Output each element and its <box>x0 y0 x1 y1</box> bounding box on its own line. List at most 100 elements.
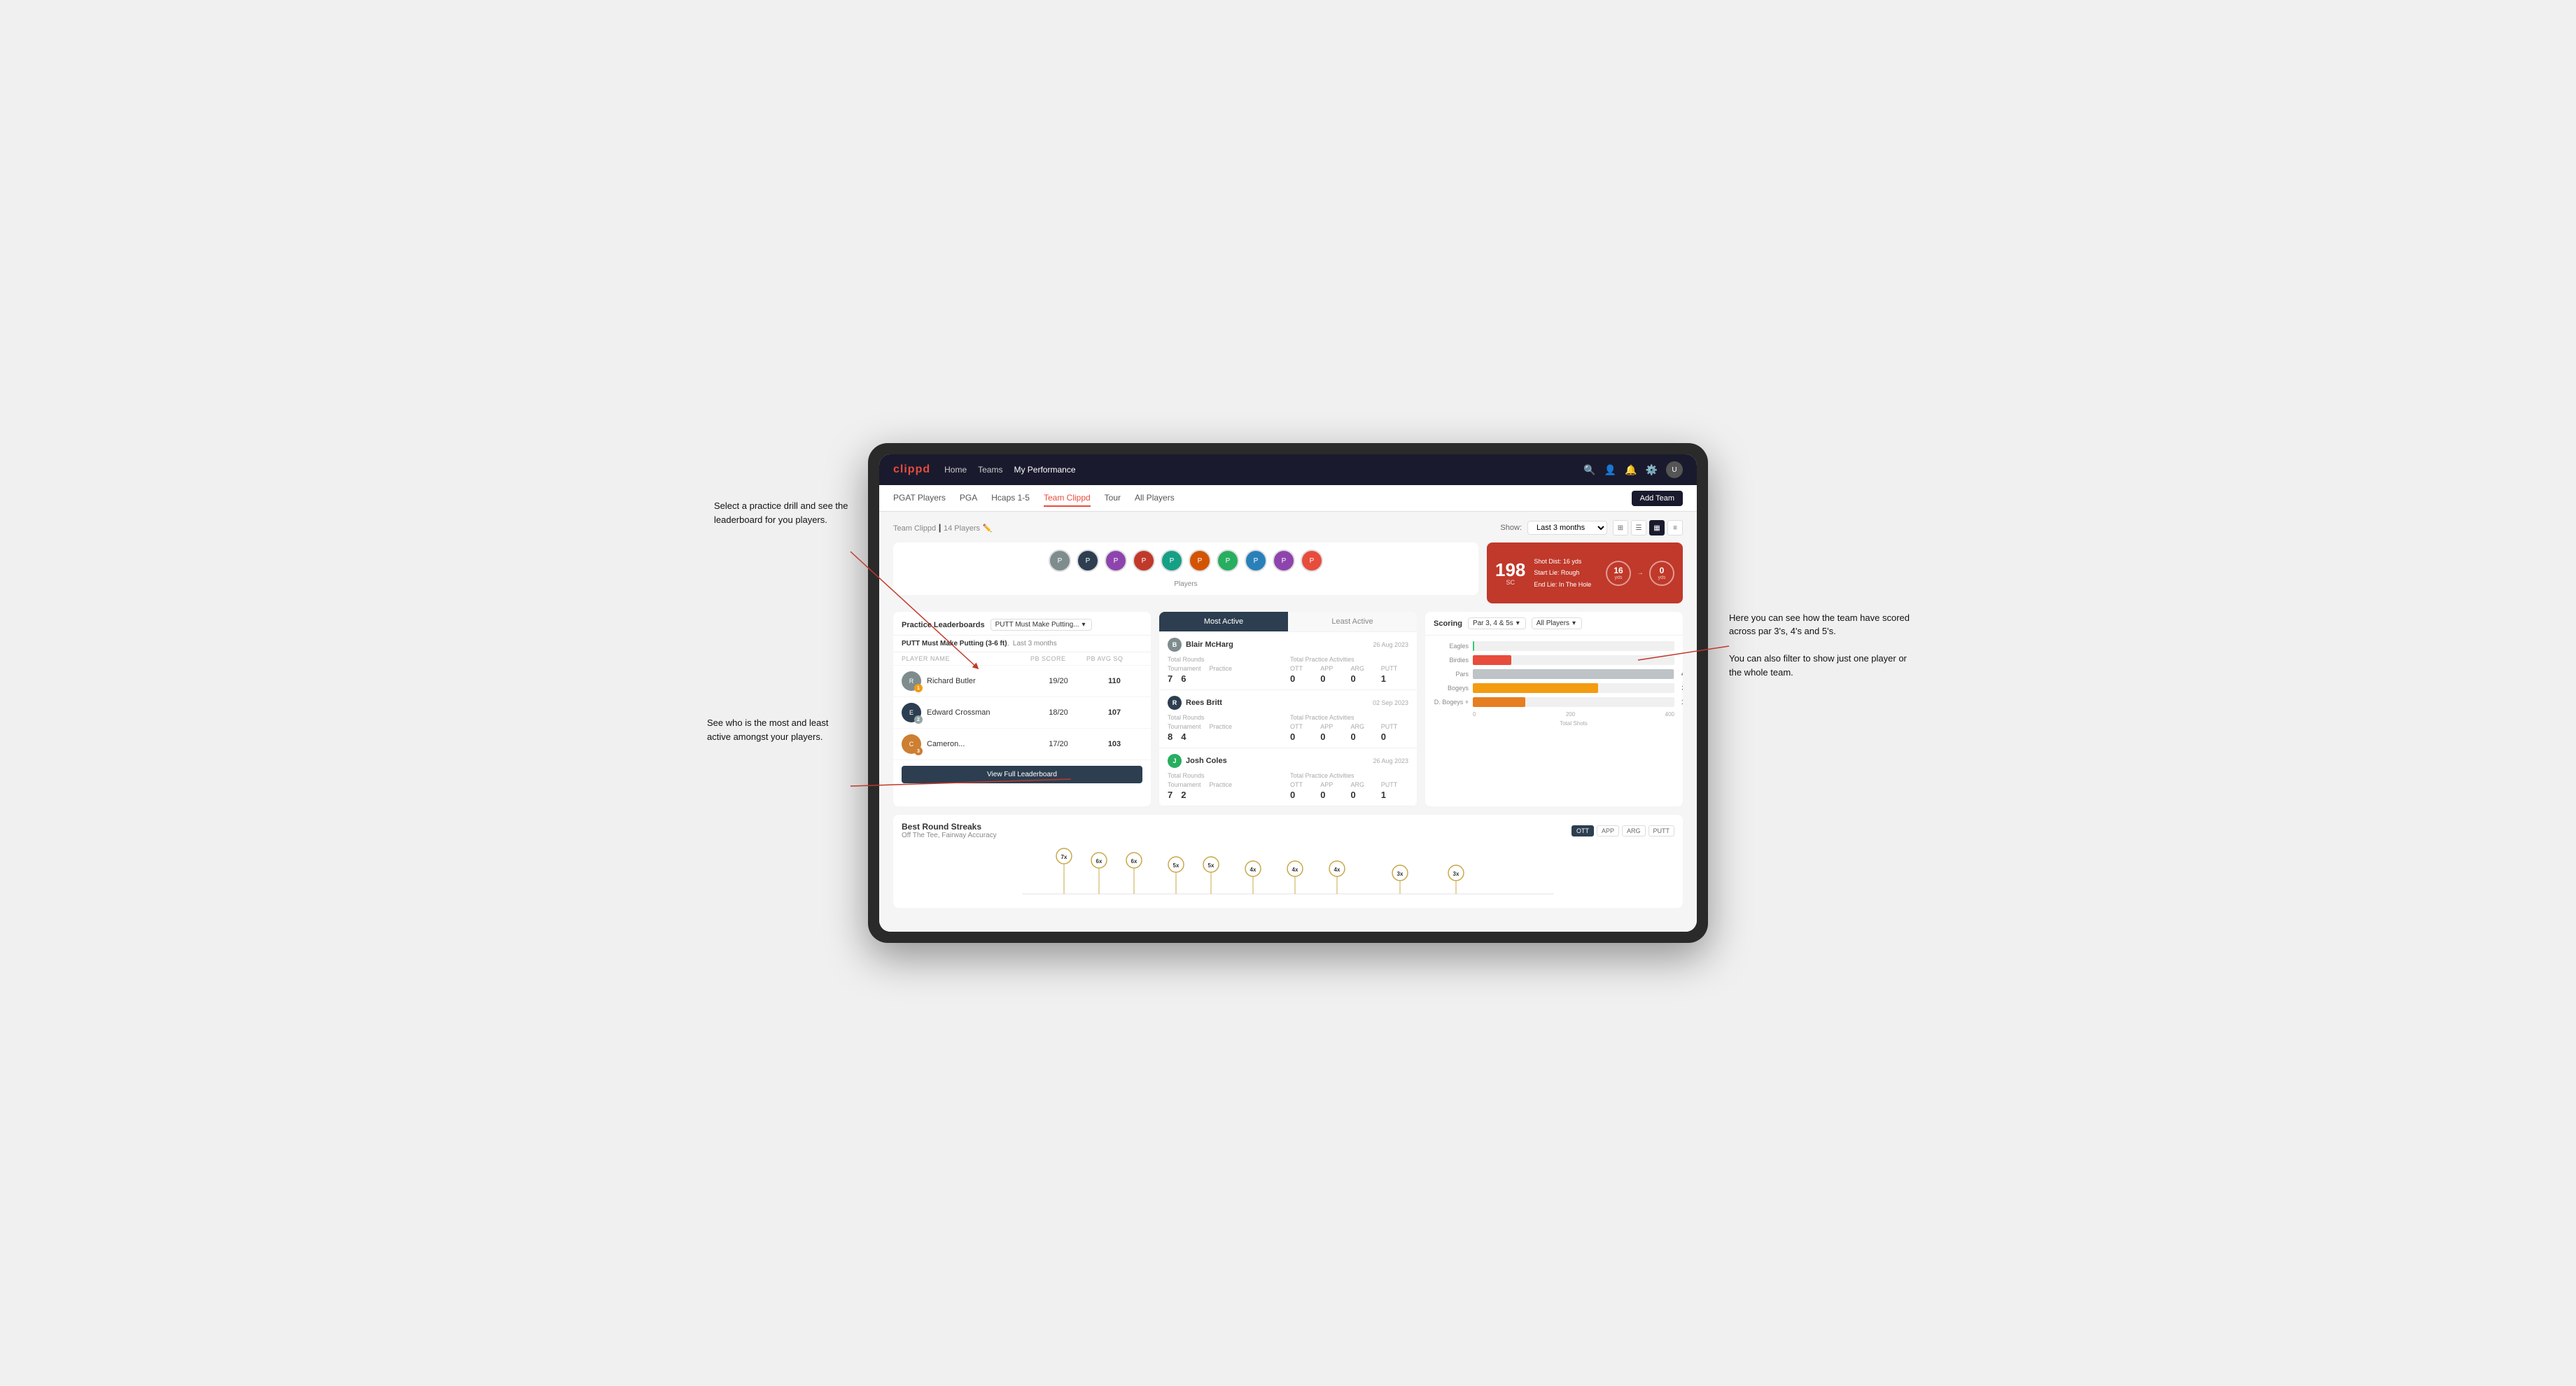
annotation-top-right: Here you can see how the team have score… <box>1729 597 1911 679</box>
sub-nav-pga[interactable]: PGA <box>960 490 977 507</box>
chevron-icon-2: ▾ <box>1572 620 1576 627</box>
add-team-button[interactable]: Add Team <box>1632 491 1683 506</box>
nav-links: Home Teams My Performance <box>944 462 1569 477</box>
bar-fill-dbogeys <box>1473 697 1525 707</box>
streaks-chart-area: 7x 6x 6x 5x 5x <box>902 845 1674 901</box>
bar-track-bogeys: 311 <box>1473 683 1674 693</box>
player-activity-header-2: R Rees Britt 02 Sep 2023 <box>1168 696 1408 710</box>
player-avatar-richard: R 1 <box>902 671 921 691</box>
player-info-3: C 3 Cameron... <box>902 734 1030 754</box>
chevron-down-icon: ▾ <box>1082 621 1085 629</box>
edit-team-icon[interactable]: ✏️ <box>983 524 993 533</box>
player-avatar-1[interactable]: P <box>1049 550 1071 572</box>
view-icons: ⊞ ☰ ▦ ≡ <box>1613 520 1683 536</box>
sub-nav-pgat[interactable]: PGAT Players <box>893 490 946 507</box>
search-icon[interactable]: 🔍 <box>1583 464 1595 476</box>
bar-track-birdies: 96 <box>1473 655 1674 665</box>
show-period-select[interactable]: Last 3 months Last 6 months Last 12 mont… <box>1527 521 1607 535</box>
team-title: Team Clippd | 14 Players ✏️ <box>893 522 992 534</box>
players-filter-dropdown[interactable]: All Players ▾ <box>1532 617 1582 629</box>
sub-nav-team-clippd[interactable]: Team Clippd <box>1044 490 1091 507</box>
svg-text:4x: 4x <box>1334 867 1340 873</box>
player-avatar-9[interactable]: P <box>1273 550 1295 572</box>
rank-badge-gold: 1 <box>914 684 923 692</box>
sub-nav-tour[interactable]: Tour <box>1105 490 1121 507</box>
chart-axis: 0 200 400 <box>1434 711 1674 720</box>
player-activity-header-1: B Blair McHarg 26 Aug 2023 <box>1168 638 1408 652</box>
detail-view-icon[interactable]: ≡ <box>1667 520 1683 536</box>
rank-badge-silver: 2 <box>914 715 923 724</box>
player-info-2: E 2 Edward Crossman <box>902 703 1030 722</box>
annotation-bottom-left: See who is the most and least active amo… <box>707 716 847 743</box>
users-icon[interactable]: 👤 <box>1604 464 1616 476</box>
leaderboard-subtitle: PUTT Must Make Putting (3-6 ft), Last 3 … <box>893 636 1151 652</box>
player-activity-header-3: J Josh Coles 26 Aug 2023 <box>1168 754 1408 768</box>
tab-least-active[interactable]: Least Active <box>1288 612 1417 631</box>
player-avatar-2[interactable]: P <box>1077 550 1099 572</box>
page-wrapper: Select a practice drill and see the lead… <box>868 443 1708 943</box>
view-full-leaderboard-button[interactable]: View Full Leaderboard <box>902 766 1142 783</box>
settings-icon[interactable]: ⚙️ <box>1646 464 1658 476</box>
bar-fill-bogeys <box>1473 683 1598 693</box>
player-avatar-4[interactable]: P <box>1133 550 1155 572</box>
annotation-top-left: Select a practice drill and see the lead… <box>714 499 854 526</box>
avatar[interactable]: U <box>1666 461 1683 478</box>
player-avatar-10[interactable]: P <box>1301 550 1323 572</box>
par-filter-dropdown[interactable]: Par 3, 4 & 5s ▾ <box>1468 617 1526 629</box>
streaks-tab-arg[interactable]: ARG <box>1622 825 1646 836</box>
streaks-tab-app[interactable]: APP <box>1597 825 1619 836</box>
svg-text:6x: 6x <box>1096 858 1102 864</box>
rank-badge-bronze: 3 <box>914 747 923 755</box>
shot-card: 198 SC Shot Dist: 16 yds Start Lie: Roug… <box>1487 542 1683 603</box>
table-row: E 2 Edward Crossman 18/20 107 <box>893 697 1151 729</box>
bar-fill-eagles <box>1473 641 1474 651</box>
player-avatar-3[interactable]: P <box>1105 550 1127 572</box>
grid-view-icon[interactable]: ⊞ <box>1613 520 1628 536</box>
player-avatar-edward: E 2 <box>902 703 921 722</box>
streaks-header: Best Round Streaks Off The Tee, Fairway … <box>902 822 1674 839</box>
player-avatar-5[interactable]: P <box>1161 550 1183 572</box>
player-avatar-cameron: C 3 <box>902 734 921 754</box>
practice-activities-section-1: Total Practice Activities OTT APP ARG PU… <box>1290 656 1408 684</box>
player-info-1: R 1 Richard Butler <box>902 671 1030 691</box>
shot-number-display: 198 SC <box>1495 561 1525 586</box>
nav-link-home[interactable]: Home <box>944 462 967 477</box>
nav-link-teams[interactable]: Teams <box>978 462 1002 477</box>
player-avatar-8[interactable]: P <box>1245 550 1267 572</box>
activity-avatar-josh: J <box>1168 754 1182 768</box>
activity-tabs: Most Active Least Active <box>1159 612 1417 632</box>
tab-most-active[interactable]: Most Active <box>1159 612 1288 631</box>
svg-text:7x: 7x <box>1061 854 1068 860</box>
list-view-icon[interactable]: ☰ <box>1631 520 1646 536</box>
player-avatar-7[interactable]: P <box>1217 550 1239 572</box>
player-avatar-6[interactable]: P <box>1189 550 1211 572</box>
table-row: C 3 Cameron... 17/20 103 <box>893 729 1151 760</box>
svg-text:6x: 6x <box>1131 858 1138 864</box>
svg-text:4x: 4x <box>1292 867 1298 873</box>
bar-track-pars: 499 <box>1473 669 1674 679</box>
scoring-chart: Eagles 3 Birdies <box>1425 636 1683 732</box>
streaks-tab-ott[interactable]: OTT <box>1572 825 1594 836</box>
bar-row-dbogeys: D. Bogeys + 131 <box>1434 697 1674 707</box>
bar-row-bogeys: Bogeys 311 <box>1434 683 1674 693</box>
nav-logo: clippd <box>893 463 930 476</box>
streaks-tab-putt[interactable]: PUTT <box>1648 825 1675 836</box>
table-row: R 1 Richard Butler 19/20 110 <box>893 666 1151 697</box>
practice-leaderboards-card: Practice Leaderboards PUTT Must Make Put… <box>893 612 1151 806</box>
chart-axis-label: Total Shots <box>1434 720 1674 727</box>
scoring-card-header: Scoring Par 3, 4 & 5s ▾ All Players ▾ <box>1425 612 1683 636</box>
main-content: Team Clippd | 14 Players ✏️ Show: Last 3… <box>879 512 1697 932</box>
activity-card: Most Active Least Active B Blair McHarg … <box>1159 612 1417 806</box>
tablet-screen: clippd Home Teams My Performance 🔍 👤 🔔 ⚙… <box>879 454 1697 932</box>
streaks-svg: 7x 6x 6x 5x 5x <box>902 845 1674 901</box>
player-activity-rees: R Rees Britt 02 Sep 2023 Total Rounds To… <box>1159 690 1417 748</box>
sub-nav-all-players[interactable]: All Players <box>1135 490 1175 507</box>
drill-dropdown[interactable]: PUTT Must Make Putting... ▾ <box>990 619 1092 631</box>
show-control: Show: Last 3 months Last 6 months Last 1… <box>1500 520 1683 536</box>
card-view-icon[interactable]: ▦ <box>1649 520 1665 536</box>
nav-icons: 🔍 👤 🔔 ⚙️ U <box>1583 461 1683 478</box>
bar-track-eagles: 3 <box>1473 641 1674 651</box>
sub-nav-hcaps[interactable]: Hcaps 1-5 <box>991 490 1030 507</box>
nav-link-performance[interactable]: My Performance <box>1014 462 1075 477</box>
bell-icon[interactable]: 🔔 <box>1625 464 1637 476</box>
